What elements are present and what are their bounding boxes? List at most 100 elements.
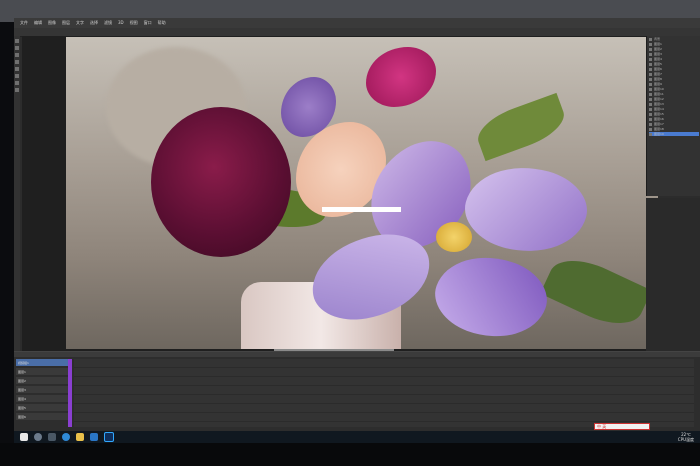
layer-row[interactable]: 图层11 <box>649 92 699 96</box>
layer-name: 图层10 <box>654 87 664 91</box>
crop-tool-icon[interactable] <box>15 60 19 64</box>
visibility-eye-icon[interactable] <box>649 47 652 51</box>
layer-name: 图层7 <box>654 72 662 76</box>
visibility-eye-icon[interactable] <box>649 72 652 76</box>
text-tool-icon[interactable] <box>15 81 19 85</box>
timeline-row[interactable]: 图层2 <box>16 377 68 384</box>
menu-item[interactable]: 帮助 <box>158 18 166 28</box>
visibility-eye-icon[interactable] <box>649 117 652 121</box>
panel-empty-area <box>646 198 700 358</box>
visibility-eye-icon[interactable] <box>649 107 652 111</box>
menu-item[interactable]: 图像 <box>48 18 56 28</box>
visibility-eye-icon[interactable] <box>649 122 652 126</box>
timeline-row[interactable]: 图层1 <box>16 368 68 375</box>
menu-item[interactable]: 视图 <box>130 18 138 28</box>
visibility-eye-icon[interactable] <box>649 67 652 71</box>
eraser-tool-icon[interactable] <box>15 74 19 78</box>
timeline-row-label: 图层5 <box>18 405 26 410</box>
lily-petal <box>304 227 438 327</box>
layer-row[interactable]: 图层10 <box>649 87 699 91</box>
menu-item[interactable]: 文字 <box>76 18 84 28</box>
layer-name: 图层8 <box>654 77 662 81</box>
layer-row[interactable]: 图层1 <box>649 42 699 46</box>
layer-row[interactable]: 图层18 <box>649 127 699 131</box>
visibility-eye-icon[interactable] <box>649 42 652 46</box>
windows-start-icon[interactable] <box>20 433 28 441</box>
visibility-eye-icon[interactable] <box>649 87 652 91</box>
timeline-row-label: 图层3 <box>18 387 26 392</box>
ime-toolbar[interactable]: 中 英 <box>594 423 650 430</box>
visibility-eye-icon[interactable] <box>649 127 652 131</box>
menu-item[interactable]: 编辑 <box>34 18 42 28</box>
text-selection-bar[interactable] <box>322 207 401 212</box>
menu-item[interactable]: 文件 <box>20 18 28 28</box>
visibility-eye-icon[interactable] <box>649 112 652 116</box>
visibility-eye-icon[interactable] <box>649 52 652 56</box>
document-canvas-image[interactable] <box>66 37 658 349</box>
layer-row[interactable]: 图层7 <box>649 72 699 76</box>
lasso-tool-icon[interactable] <box>15 53 19 57</box>
timeline-row-label: 图层1 <box>18 369 26 374</box>
timeline-row-label: 图层6 <box>18 414 26 419</box>
timeline-row[interactable]: 图层5 <box>16 404 68 411</box>
layer-row[interactable]: 图层3 <box>649 52 699 56</box>
visibility-eye-icon[interactable] <box>649 92 652 96</box>
timeline-clip-track[interactable] <box>68 359 72 427</box>
visibility-eye-icon[interactable] <box>649 57 652 61</box>
layer-row[interactable]: 图层5 <box>649 62 699 66</box>
temperature-label: CPU温度 <box>677 437 694 442</box>
layer-name: 图层12 <box>654 97 664 101</box>
timeline-row[interactable]: 图层3 <box>16 386 68 393</box>
visibility-eye-icon[interactable] <box>649 37 652 41</box>
browser-icon[interactable] <box>62 433 70 441</box>
visibility-eye-icon[interactable] <box>649 132 652 136</box>
timeline-layer-list: 视频组1 图层1 图层2 图层3 图层4 图层5 图层6 <box>16 359 68 422</box>
photoshop-icon[interactable] <box>104 432 114 442</box>
layer-row[interactable]: 图层16 <box>649 117 699 121</box>
menu-item[interactable]: 选择 <box>90 18 98 28</box>
windows-taskbar: 中 英 22℃ CPU温度 <box>14 423 700 443</box>
zoom-tool-icon[interactable] <box>15 88 19 92</box>
screen: 文件 编辑 图像 图层 文字 选择 滤镜 3D 视图 窗口 帮助 背景 图层1 图层2 图层3 图层4 图层5… <box>14 18 700 443</box>
timeline-row[interactable]: 图层6 <box>16 413 68 420</box>
layer-row[interactable]: 图层14 <box>649 107 699 111</box>
timeline-row[interactable]: 图层4 <box>16 395 68 402</box>
tray-widget[interactable]: 22℃ CPU温度 <box>678 432 694 442</box>
visibility-eye-icon[interactable] <box>649 102 652 106</box>
menu-item[interactable]: 3D <box>118 18 124 28</box>
layer-row[interactable]: 图层9 <box>649 82 699 86</box>
layer-row[interactable]: 图层12 <box>649 97 699 101</box>
search-icon[interactable] <box>34 433 42 441</box>
timeline-tracks-area[interactable] <box>74 359 694 427</box>
layer-name: 图层18 <box>654 127 664 131</box>
layer-row[interactable]: 图层8 <box>649 77 699 81</box>
layer-row[interactable]: 背景 <box>649 37 699 41</box>
layer-row[interactable]: 图层17 <box>649 122 699 126</box>
menu-item[interactable]: 窗口 <box>144 18 152 28</box>
layer-row[interactable]: 图层4 <box>649 57 699 61</box>
file-explorer-icon[interactable] <box>76 433 84 441</box>
visibility-eye-icon[interactable] <box>649 77 652 81</box>
visibility-eye-icon[interactable] <box>649 62 652 66</box>
store-icon[interactable] <box>90 433 98 441</box>
brush-tool-icon[interactable] <box>15 67 19 71</box>
monitor-bezel-bottom <box>0 443 700 466</box>
layer-row[interactable]: 图层6 <box>649 67 699 71</box>
menu-item[interactable]: 图层 <box>62 18 70 28</box>
layer-row[interactable]: 图层15 <box>649 112 699 116</box>
timeline-row-label: 视频组1 <box>18 360 29 365</box>
visibility-eye-icon[interactable] <box>649 97 652 101</box>
marquee-tool-icon[interactable] <box>15 46 19 50</box>
layer-name: 图层14 <box>654 107 664 111</box>
timeline-row[interactable]: 视频组1 <box>16 359 68 366</box>
move-tool-icon[interactable] <box>15 39 19 43</box>
menu-item[interactable]: 滤镜 <box>104 18 112 28</box>
layer-row[interactable]: 图层13 <box>649 102 699 106</box>
system-tray[interactable]: 22℃ CPU温度 <box>678 431 694 443</box>
layer-name: 图层13 <box>654 102 664 106</box>
layer-row[interactable]: 图层2 <box>649 47 699 51</box>
layer-row[interactable]: 图层19 <box>649 132 699 136</box>
task-view-icon[interactable] <box>48 433 56 441</box>
timeline-ruler[interactable] <box>14 352 700 357</box>
visibility-eye-icon[interactable] <box>649 82 652 86</box>
